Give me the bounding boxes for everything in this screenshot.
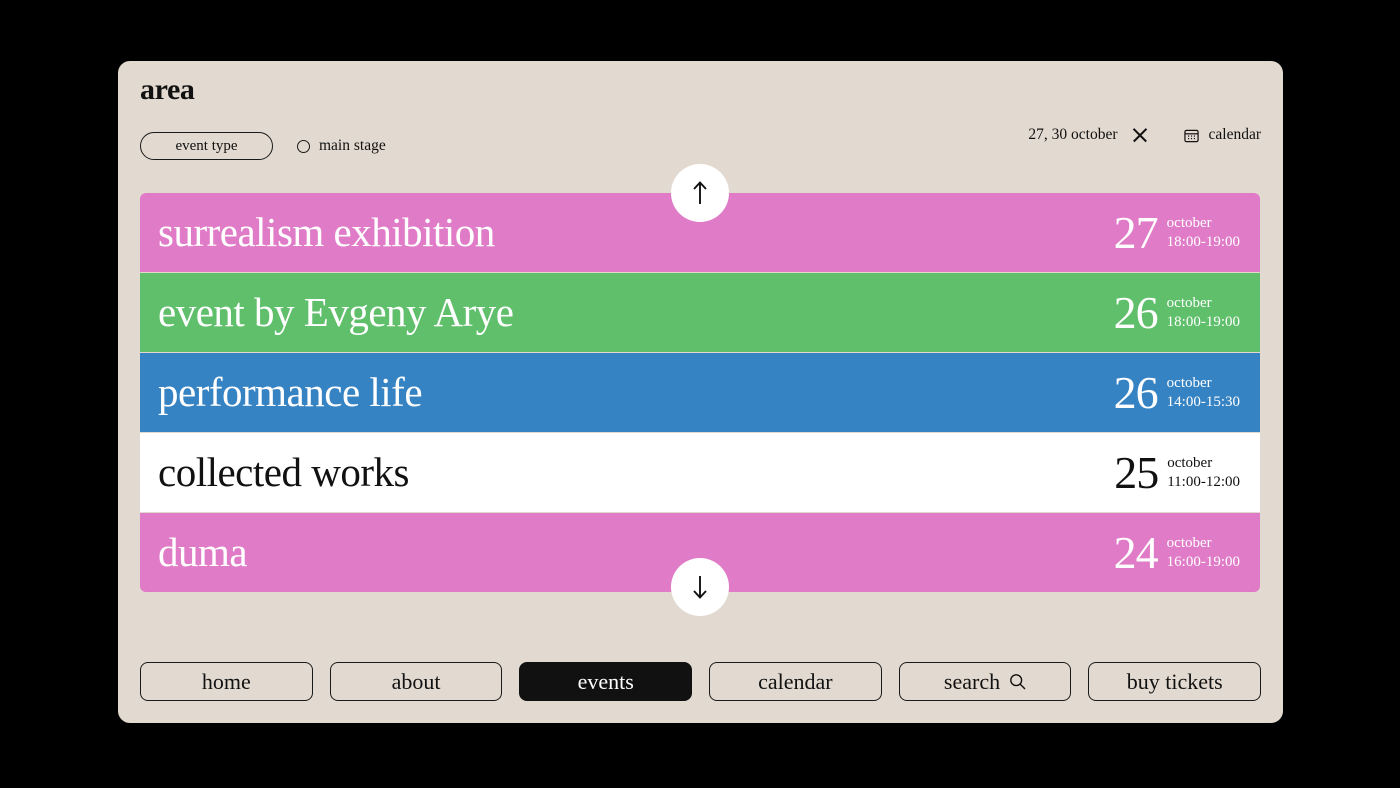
nav-button-calendar[interactable]: calendar [709, 662, 882, 701]
event-month: october [1166, 214, 1212, 231]
event-title: event by Evgeny Arye [158, 289, 514, 335]
scroll-up-button[interactable] [671, 164, 729, 222]
nav-button-buy-tickets[interactable]: buy tickets [1088, 662, 1262, 701]
event-day: 26 [1113, 286, 1159, 338]
main-stage-radio[interactable]: main stage [297, 138, 386, 154]
event-title: duma [158, 529, 248, 575]
event-meta: october 14:00-15:30 [1167, 375, 1240, 410]
event-type-filter-button[interactable]: event type [140, 132, 273, 160]
arrow-down-icon [690, 575, 710, 599]
event-meta: october 18:00-19:00 [1167, 215, 1240, 250]
event-time: 18:00-19:00 [1166, 314, 1240, 330]
event-month: october [1166, 374, 1212, 391]
nav-button-about[interactable]: about [329, 662, 503, 701]
nav-button-label: search [943, 668, 1001, 694]
nav-button-label: events [577, 668, 634, 694]
toolbar-right: 27, 30 october calendar [1028, 127, 1261, 143]
events-card: area event type main stage 27, 30 octobe… [118, 61, 1283, 723]
event-month: october [1166, 294, 1212, 311]
event-date: 26 october 18:00-19:00 [1113, 286, 1246, 338]
bottom-nav: home about events calendar search buy tickets [140, 662, 1262, 701]
event-date: 25 october 11:00-12:00 [1114, 446, 1246, 498]
event-title: surrealism exhibition [158, 209, 495, 255]
calendar-icon [1183, 128, 1199, 143]
close-x-icon[interactable] [1132, 127, 1148, 143]
event-time: 16:00-19:00 [1166, 554, 1240, 570]
nav-button-label: home [201, 668, 251, 694]
event-day: 26 [1113, 366, 1159, 418]
event-time: 11:00-12:00 [1167, 474, 1240, 490]
event-day: 25 [1114, 446, 1159, 498]
event-time: 14:00-15:30 [1166, 394, 1240, 410]
nav-button-events[interactable]: events [519, 662, 693, 701]
event-date: 26 october 14:00-15:30 [1113, 366, 1246, 418]
event-meta: october 11:00-12:00 [1167, 455, 1240, 490]
nav-button-label: buy tickets [1126, 668, 1223, 694]
event-date: 24 october 16:00-19:00 [1113, 526, 1246, 578]
event-list: surrealism exhibition 27 october 18:00-19:0… [140, 193, 1260, 592]
date-range-text: 27, 30 october [1028, 126, 1118, 144]
calendar-label: calendar [1208, 126, 1262, 144]
nav-button-label: about [391, 668, 441, 694]
event-row[interactable]: event by Evgeny Arye 26 october 18:00-19:00 [140, 273, 1260, 352]
event-row[interactable]: performance life 26 october 14:00-15:30 [140, 353, 1260, 432]
brand-logo[interactable]: area [140, 75, 195, 105]
event-date: 27 october 18:00-19:00 [1113, 206, 1246, 258]
date-range-chip: 27, 30 october [1028, 127, 1147, 143]
event-row[interactable]: collected works 25 october 11:00-12:00 [140, 433, 1260, 512]
nav-button-label: calendar [758, 668, 833, 694]
event-title: performance life [158, 369, 423, 415]
event-meta: october 16:00-19:00 [1167, 535, 1240, 570]
event-day: 27 [1113, 206, 1159, 258]
event-month: october [1166, 534, 1212, 551]
event-month: october [1167, 454, 1213, 471]
event-meta: october 18:00-19:00 [1167, 295, 1240, 330]
event-day: 24 [1113, 526, 1159, 578]
event-time: 18:00-19:00 [1166, 234, 1240, 250]
calendar-toggle[interactable]: calendar [1183, 126, 1262, 144]
event-title: collected works [158, 449, 409, 495]
nav-button-home[interactable]: home [140, 662, 313, 701]
arrow-up-icon [690, 181, 710, 205]
nav-button-search[interactable]: search [898, 662, 1072, 701]
main-stage-label: main stage [319, 137, 386, 155]
radio-circle-icon[interactable] [297, 139, 310, 153]
search-icon [1009, 673, 1026, 690]
filter-bar: event type main stage [140, 131, 386, 161]
scroll-down-button[interactable] [671, 558, 729, 616]
app-root: area event type main stage 27, 30 octobe… [0, 0, 1400, 788]
